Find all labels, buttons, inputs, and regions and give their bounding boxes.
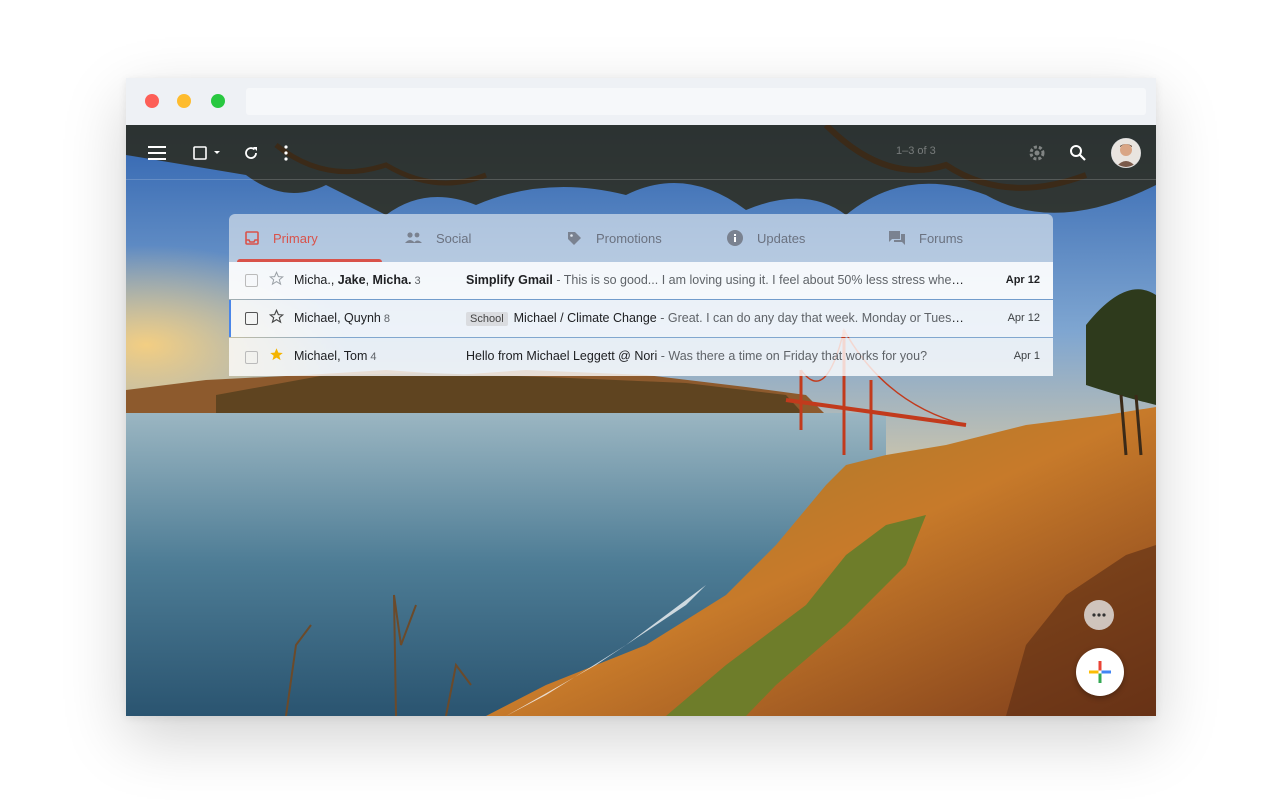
email-date: Apr 12 [1007,312,1040,324]
email-subject: Hello from Michael Leggett @ Nori [466,349,658,363]
email-content: Hello from Michael Leggett @ Nori - Was … [466,349,966,363]
plus-icon [1089,661,1111,683]
email-snippet: - Great. I can do any day that week. Mon… [656,311,966,325]
menu-icon[interactable] [145,141,169,165]
tab-promotions[interactable]: Promotions [567,214,662,262]
email-sender: Micha., Jake, Micha. 3 [294,273,421,287]
tab-label: Promotions [596,230,662,246]
email-row[interactable]: Michael, Quynh 8 School Michael / Climate … [229,300,1053,337]
tab-label: Primary [273,230,318,246]
tab-label: Social [436,230,472,246]
maximize-window-button[interactable] [211,94,225,108]
more-vertical-icon[interactable] [274,141,298,165]
email-sender: Michael, Quynh 8 [294,311,390,325]
email-content: Simplify Gmail - This is so good... I am… [466,273,966,287]
email-subject: Simplify Gmail [466,273,553,287]
thread-count: 4 [370,351,377,363]
label-chip[interactable]: School [466,312,508,326]
email-row[interactable]: Micha., Jake, Micha. 3 Simplify Gmail - T… [229,262,1053,299]
tag-icon [568,231,581,245]
info-icon [727,230,743,246]
email-row[interactable]: Michael, Tom 4 Hello from Michael Leggett… [229,338,1053,376]
inbox-panel: Primary Social Promotions Updates Forums… [229,214,1053,376]
search-icon[interactable] [1066,141,1090,165]
gear-icon[interactable] [1025,141,1049,165]
browser-window: 1–3 of 3 Primary Social Promotions Updat… [126,78,1156,716]
star-icon[interactable] [269,347,284,362]
row-checkbox[interactable] [245,350,258,364]
compose-button[interactable] [1076,648,1124,696]
people-icon [405,232,422,243]
row-checkbox[interactable] [245,312,258,325]
email-snippet: - This is so good... I am loving using i… [552,273,966,287]
tab-updates[interactable]: Updates [727,214,805,262]
email-subject: Michael / Climate Change [513,311,657,325]
tab-label: Updates [757,230,806,246]
inbox-tabs: Primary Social Promotions Updates Forums [229,214,1053,262]
star-icon[interactable] [269,271,284,286]
pagination-text: 1–3 of 3 [896,145,936,157]
tab-primary[interactable]: Primary [245,214,318,262]
tab-forums[interactable]: Forums [889,214,963,262]
minimize-window-button[interactable] [177,94,191,108]
row-checkbox[interactable] [245,274,258,287]
more-horizontal-icon [1092,613,1106,617]
forum-icon [889,231,905,245]
thread-count: 8 [383,313,390,325]
email-date: Apr 1 [1013,350,1040,362]
more-options-button[interactable] [1084,600,1114,630]
gmail-viewport: 1–3 of 3 Primary Social Promotions Updat… [126,125,1156,716]
tab-social[interactable]: Social [405,214,471,262]
browser-titlebar [126,78,1156,125]
thread-count: 3 [414,275,421,287]
email-date: Apr 12 [1005,274,1040,286]
email-snippet: - Was there a time on Friday that works … [657,349,928,363]
avatar[interactable] [1111,138,1141,168]
inbox-icon [245,231,259,245]
tab-label: Forums [919,230,964,246]
star-icon[interactable] [269,309,284,324]
refresh-icon[interactable] [239,141,263,165]
email-content: School Michael / Climate Change - Great. … [466,311,966,326]
email-sender: Michael, Tom 4 [294,349,377,363]
address-bar[interactable] [246,88,1146,115]
select-checkbox-dropdown[interactable] [190,141,224,165]
mail-toolbar: 1–3 of 3 [126,125,1156,180]
close-window-button[interactable] [145,94,159,108]
